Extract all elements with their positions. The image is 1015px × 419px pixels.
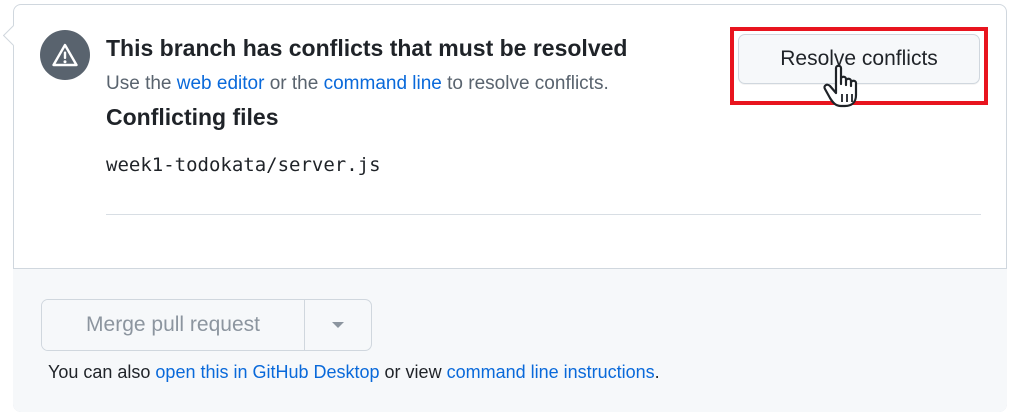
merge-pull-request-button[interactable]: Merge pull request — [42, 300, 305, 350]
merge-method-dropdown[interactable] — [305, 300, 371, 350]
footer-suffix: . — [654, 362, 660, 382]
command-line-instructions-link[interactable]: command line instructions — [447, 362, 655, 382]
merge-button-group: Merge pull request — [41, 299, 372, 351]
conflicting-files-heading: Conflicting files — [106, 104, 279, 130]
command-line-link[interactable]: command line — [324, 73, 442, 94]
merge-footer-text: You can also open this in GitHub Desktop… — [48, 362, 660, 383]
github-desktop-link[interactable]: open this in GitHub Desktop — [155, 362, 379, 382]
subtitle-middle: or the — [264, 73, 324, 94]
conflict-title: This branch has conflicts that must be r… — [106, 35, 628, 61]
alert-icon — [40, 30, 90, 80]
footer-prefix: You can also — [48, 362, 156, 382]
conflict-subtitle: Use the web editor or the command line t… — [106, 73, 609, 95]
conflicting-file-item: week1-todokata/server.js — [106, 154, 381, 176]
divider — [106, 214, 981, 215]
web-editor-link[interactable]: web editor — [177, 73, 265, 94]
subtitle-suffix: to resolve conflicts. — [441, 73, 609, 94]
hand-cursor-icon — [823, 64, 858, 108]
footer-middle: or view — [379, 362, 447, 382]
subtitle-prefix: Use the — [106, 73, 177, 94]
triangle-down-icon — [332, 322, 344, 328]
